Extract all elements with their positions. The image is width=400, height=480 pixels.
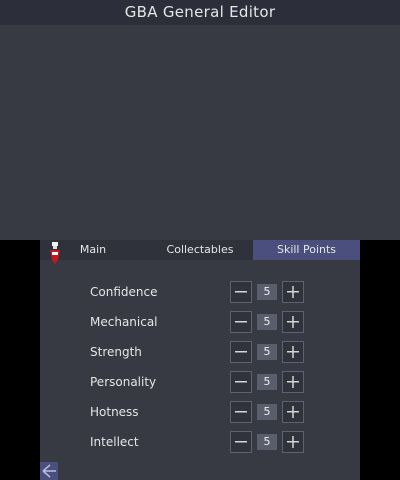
skill-row-mechanical: Mechanical 5	[40, 310, 360, 334]
bottom-screen: Main Collectables Skill Points Confidenc…	[40, 240, 360, 480]
plus-icon	[287, 406, 299, 418]
minus-icon	[235, 411, 247, 413]
skill-row-hotness: Hotness 5	[40, 400, 360, 424]
increment-button[interactable]	[282, 431, 304, 453]
skill-value: 5	[257, 314, 277, 330]
decrement-button[interactable]	[230, 281, 252, 303]
minus-icon	[235, 321, 247, 323]
decrement-button[interactable]	[230, 431, 252, 453]
tab-collectables[interactable]: Collectables	[150, 240, 250, 260]
minus-icon	[235, 351, 247, 353]
skill-value: 5	[257, 284, 277, 300]
potion-icon	[48, 242, 62, 264]
minus-icon	[235, 441, 247, 443]
skill-label: Hotness	[90, 405, 139, 419]
plus-icon	[287, 436, 299, 448]
increment-button[interactable]	[282, 401, 304, 423]
skill-row-confidence: Confidence 5	[40, 280, 360, 304]
skill-value: 5	[257, 374, 277, 390]
plus-icon	[287, 286, 299, 298]
skill-value: 5	[257, 434, 277, 450]
plus-icon	[287, 376, 299, 388]
skill-label: Intellect	[90, 435, 139, 449]
decrement-button[interactable]	[230, 311, 252, 333]
tab-bar: Main Collectables Skill Points	[40, 240, 360, 264]
back-arrow-icon	[42, 464, 56, 478]
increment-button[interactable]	[282, 371, 304, 393]
skill-row-intellect: Intellect 5	[40, 430, 360, 454]
skill-label: Confidence	[90, 285, 158, 299]
skill-label: Personality	[90, 375, 157, 389]
plus-icon	[287, 316, 299, 328]
skill-label: Strength	[90, 345, 142, 359]
tab-main[interactable]: Main	[66, 240, 120, 260]
skill-value: 5	[257, 404, 277, 420]
skill-value: 5	[257, 344, 277, 360]
increment-button[interactable]	[282, 341, 304, 363]
skill-label: Mechanical	[90, 315, 158, 329]
back-button[interactable]	[40, 462, 58, 480]
decrement-button[interactable]	[230, 371, 252, 393]
top-screen: GBA General Editor	[0, 0, 400, 240]
increment-button[interactable]	[282, 281, 304, 303]
skill-row-strength: Strength 5	[40, 340, 360, 364]
skill-row-personality: Personality 5	[40, 370, 360, 394]
decrement-button[interactable]	[230, 401, 252, 423]
tab-skill-points[interactable]: Skill Points	[253, 240, 360, 260]
plus-icon	[287, 346, 299, 358]
app-title: GBA General Editor	[0, 0, 400, 25]
minus-icon	[235, 381, 247, 383]
decrement-button[interactable]	[230, 341, 252, 363]
minus-icon	[235, 291, 247, 293]
increment-button[interactable]	[282, 311, 304, 333]
